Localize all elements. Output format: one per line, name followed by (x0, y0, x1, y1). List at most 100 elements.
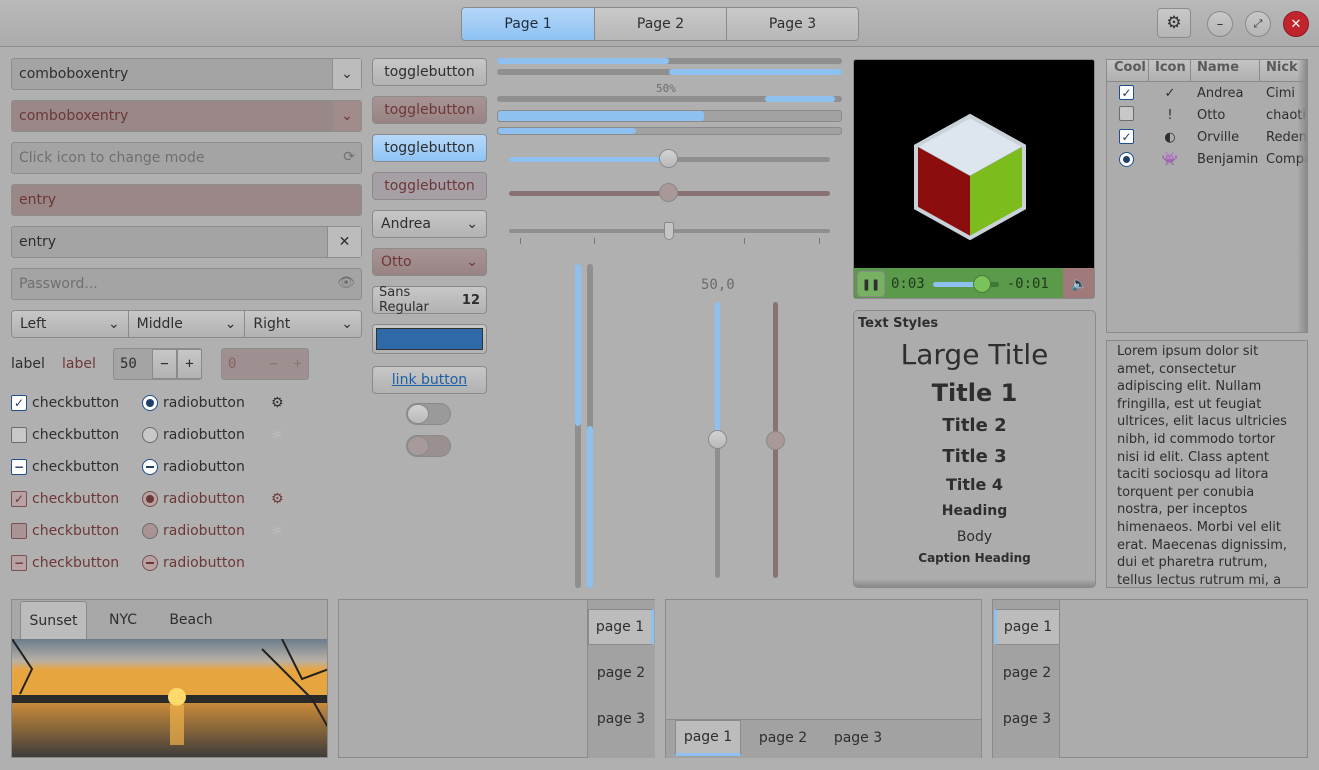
tree-view[interactable]: Cool Icon Name Nick ✓ ✓ Andrea Cimi! Otto cha… (1106, 59, 1308, 333)
tree-row[interactable]: ✓◐OrvilleReden... (1107, 126, 1307, 148)
entry-clear[interactable]: entry ✕ (11, 226, 362, 258)
col-icon[interactable]: Icon (1149, 60, 1191, 81)
hscale-marks[interactable] (509, 222, 830, 246)
maximize-button[interactable]: ⤢ (1245, 11, 1271, 37)
minus-icon[interactable]: − (152, 349, 177, 379)
video-player[interactable]: ❚❚ 0:03 -0:01 🔈 (853, 59, 1095, 299)
cool-cell[interactable]: ✓ (1107, 129, 1149, 145)
radiobutton-label: radiobutton (163, 555, 245, 571)
text-view[interactable]: Lorem ipsum dolor sit amet, consectetur … (1106, 340, 1308, 588)
pause-button[interactable]: ❚❚ (857, 271, 885, 297)
spinbutton-2[interactable]: 0 − + (221, 348, 309, 380)
col-cool[interactable]: Cool (1107, 60, 1149, 81)
progress-bar-1 (497, 58, 842, 64)
togglebutton-2[interactable]: togglebutton (372, 96, 487, 124)
tab-sunset[interactable]: Sunset (20, 601, 87, 639)
spin-value: 0 (228, 356, 237, 372)
entry-red[interactable]: entry (11, 184, 362, 216)
eye-icon[interactable]: 👁 (337, 275, 355, 291)
combo-right[interactable]: Right ⌄ (244, 311, 361, 337)
volume-button[interactable]: 🔈 (1063, 268, 1094, 298)
plus-icon[interactable]: + (177, 349, 202, 379)
link-button[interactable]: link button (372, 366, 487, 394)
minus-icon[interactable]: − (261, 349, 286, 379)
checkbox[interactable] (11, 427, 27, 443)
minimize-button[interactable]: – (1207, 11, 1233, 37)
tab-page-1[interactable]: Page 1 (462, 8, 594, 40)
mode-entry[interactable]: Click icon to change mode ⟳ (11, 142, 362, 174)
vscale-1[interactable] (707, 302, 727, 578)
spinner-icon: ☼ (271, 427, 284, 443)
cool-cell[interactable] (1107, 105, 1149, 125)
check-radio-row: ✓ checkbutton radiobutton ⚙ (11, 489, 341, 509)
name-cell: Otto (1197, 107, 1226, 123)
refresh-icon[interactable]: ⟳ (343, 149, 355, 165)
checkbox[interactable]: ✓ (11, 395, 27, 411)
combo-andrea[interactable]: Andrea ⌄ (372, 210, 487, 238)
tab-page-3[interactable]: page 3 (994, 701, 1060, 737)
comboboxentry-1[interactable]: comboboxentry ⌄ (11, 58, 362, 90)
tab-page-1[interactable]: page 1 (994, 609, 1060, 645)
clear-icon[interactable]: ✕ (327, 227, 361, 257)
settings-button[interactable]: ⚙ (1157, 8, 1191, 38)
checkbox[interactable]: − (11, 459, 27, 475)
tab-nyc[interactable]: NYC (87, 601, 159, 639)
hscale-2[interactable] (509, 183, 830, 202)
radiobutton[interactable] (142, 523, 158, 539)
hscale-1[interactable] (509, 149, 830, 168)
progress-label: 50% (656, 82, 676, 95)
title-3: Title 3 (942, 446, 1007, 467)
cool-cell[interactable]: ✓ (1107, 85, 1149, 101)
tab-page-3[interactable]: page 3 (825, 720, 891, 756)
color-button[interactable] (372, 324, 487, 354)
video-seek[interactable] (932, 274, 999, 293)
tab-page-1[interactable]: page 1 (675, 720, 741, 756)
font-button[interactable]: Sans Regular 12 (372, 285, 487, 315)
close-button[interactable]: ✕ (1283, 11, 1309, 37)
togglebutton-4[interactable]: togglebutton (372, 172, 487, 200)
tab-page-3[interactable]: Page 3 (726, 8, 858, 40)
radiobutton[interactable] (142, 459, 158, 475)
password-entry[interactable]: Password... 👁 (11, 268, 362, 300)
radiobutton[interactable] (142, 395, 158, 411)
chevron-down-icon[interactable]: ⌄ (332, 101, 361, 131)
combo-middle[interactable]: Middle ⌄ (127, 311, 245, 337)
tab-page-2[interactable]: page 2 (994, 655, 1060, 691)
tree-row[interactable]: 👾BenjaminCompa (1107, 148, 1307, 170)
photo-notebook: Sunset NYC Beach (11, 599, 328, 758)
col-name[interactable]: Name (1191, 60, 1260, 81)
checkbox[interactable] (11, 523, 27, 539)
tab-page-1[interactable]: page 1 (588, 609, 654, 645)
togglebutton-3[interactable]: togglebutton (372, 134, 487, 162)
tree-row[interactable]: !Ottochaotic (1107, 104, 1307, 126)
check-radio-row: ✓ checkbutton radiobutton ⚙ (11, 393, 341, 413)
cool-cell[interactable] (1107, 151, 1149, 167)
chevron-down-icon[interactable]: ⌄ (332, 59, 361, 89)
switch-2[interactable] (406, 435, 451, 457)
tab-page-2[interactable]: Page 2 (594, 8, 726, 40)
combo-otto[interactable]: Otto ⌄ (372, 248, 487, 276)
pause-icon: ❚❚ (861, 277, 881, 291)
tab-page-2[interactable]: page 2 (588, 655, 654, 691)
comboboxentry-2[interactable]: comboboxentry ⌄ (11, 100, 362, 132)
spinbutton-1[interactable]: 50 − + (113, 348, 202, 380)
tab-page-3[interactable]: page 3 (588, 701, 654, 737)
togglebutton-1[interactable]: togglebutton (372, 58, 487, 86)
checkbox[interactable]: ✓ (11, 491, 27, 507)
stack-switcher: Page 1 Page 2 Page 3 (461, 7, 859, 41)
radiobutton[interactable] (142, 491, 158, 507)
tree-row[interactable]: ✓ ✓ Andrea Cimi (1107, 82, 1307, 104)
plus-icon[interactable]: + (285, 349, 310, 379)
radiobutton[interactable] (142, 555, 158, 571)
switch-1[interactable] (406, 403, 451, 425)
tab-page-2[interactable]: page 2 (750, 720, 816, 756)
combo-label: Andrea (381, 216, 431, 232)
notebook-bottom-tabs: page 1 page 2 page 3 (665, 599, 982, 758)
tab-beach[interactable]: Beach (159, 601, 223, 639)
checkbox[interactable]: − (11, 555, 27, 571)
radiobutton[interactable] (142, 427, 158, 443)
name-cell: Orville (1197, 129, 1240, 145)
maximize-icon: ⤢ (1253, 17, 1263, 30)
vscale-2[interactable] (765, 302, 785, 578)
combo-left[interactable]: Left ⌄ (12, 311, 128, 337)
